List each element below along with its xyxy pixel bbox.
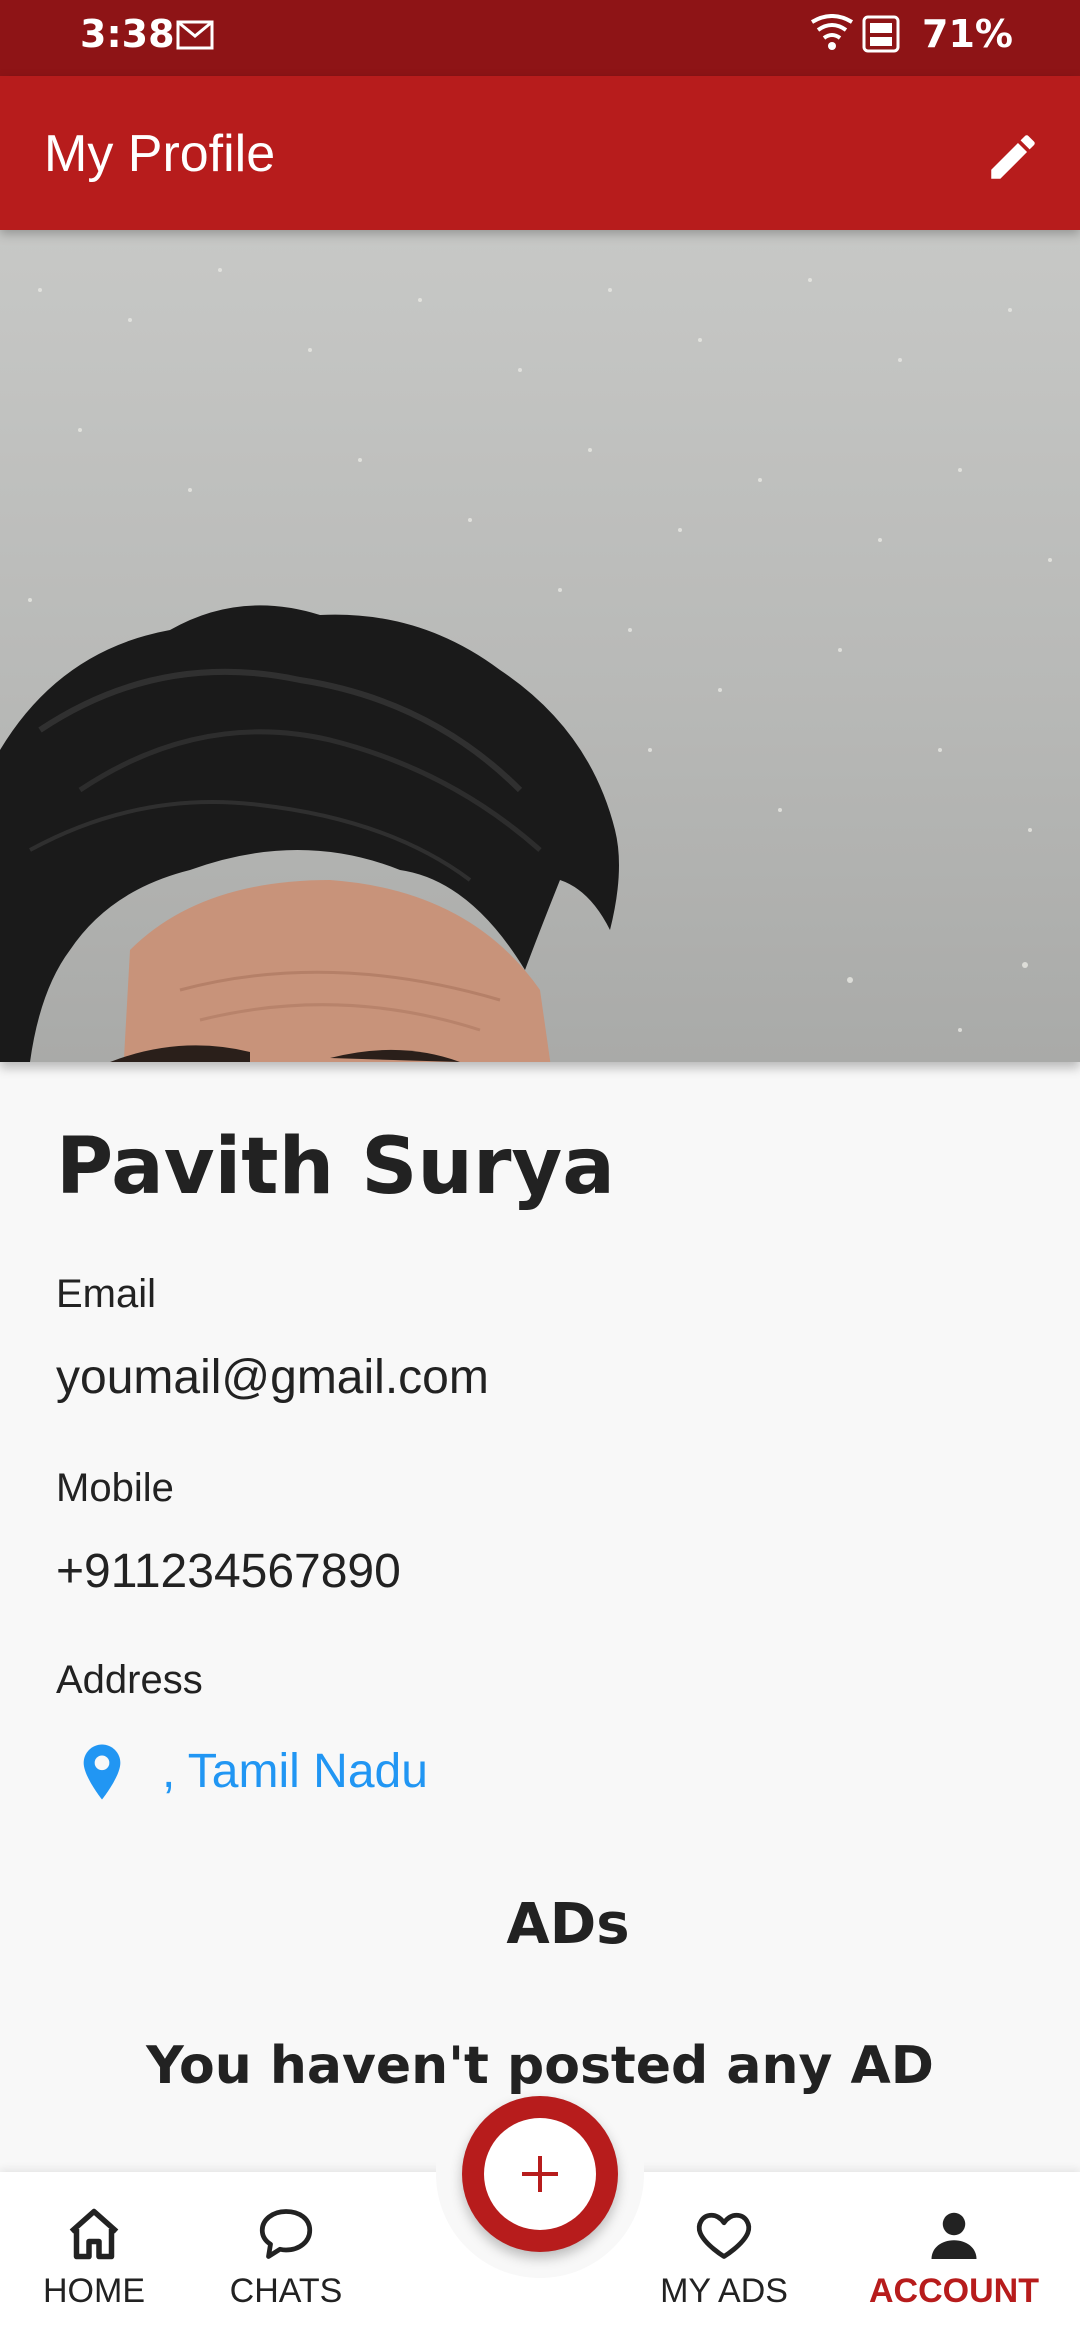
chat-bubble-icon [259, 2209, 313, 2259]
nav-label-chats: CHATS [229, 2272, 343, 2310]
profile-name: Pavith Surya [56, 1122, 615, 1212]
app-bar: My Profile [0, 76, 1080, 230]
mobile-label: Mobile [56, 1466, 174, 1510]
status-time: 3:38 [80, 12, 175, 56]
battery-percentage: 71% [922, 12, 1013, 56]
nav-item-home[interactable]: HOME [0, 2172, 194, 2340]
profile-photo [0, 230, 1080, 1062]
nav-item-account[interactable]: ACCOUNT [854, 2172, 1054, 2340]
location-pin-icon [83, 1744, 121, 1800]
post-ad-button[interactable] [462, 2096, 618, 2252]
address-label: Address [56, 1658, 203, 1702]
email-value: youmail@gmail.com [56, 1351, 489, 1404]
nav-label-my-ads: MY ADS [660, 2272, 788, 2310]
person-icon [931, 2212, 977, 2259]
mobile-value: +911234567890 [56, 1545, 401, 1598]
mail-icon [176, 20, 214, 50]
email-label: Email [56, 1272, 157, 1316]
nav-label-account: ACCOUNT [869, 2272, 1039, 2310]
heart-icon [696, 2212, 752, 2259]
volte-icon [862, 15, 900, 53]
profile-screen: 3:38 71% My Profile Pavith Surya Email y… [0, 0, 1080, 2340]
address-value: , Tamil Nadu [162, 1745, 428, 1798]
plus-icon [522, 2156, 558, 2192]
empty-ads-message: You haven't posted any AD [146, 2036, 934, 2096]
home-icon [69, 2208, 119, 2260]
page-title: My Profile [44, 125, 276, 183]
ads-heading: ADs [506, 1892, 630, 1957]
nav-item-chats[interactable]: CHATS [186, 2172, 386, 2340]
nav-label-home: HOME [43, 2272, 145, 2310]
nav-item-my-ads[interactable]: MY ADS [624, 2172, 824, 2340]
status-bar: 3:38 71% [0, 0, 1080, 76]
wifi-icon [810, 14, 854, 50]
fab-inner-circle [484, 2118, 596, 2230]
edit-pencil-icon[interactable] [984, 128, 1042, 186]
